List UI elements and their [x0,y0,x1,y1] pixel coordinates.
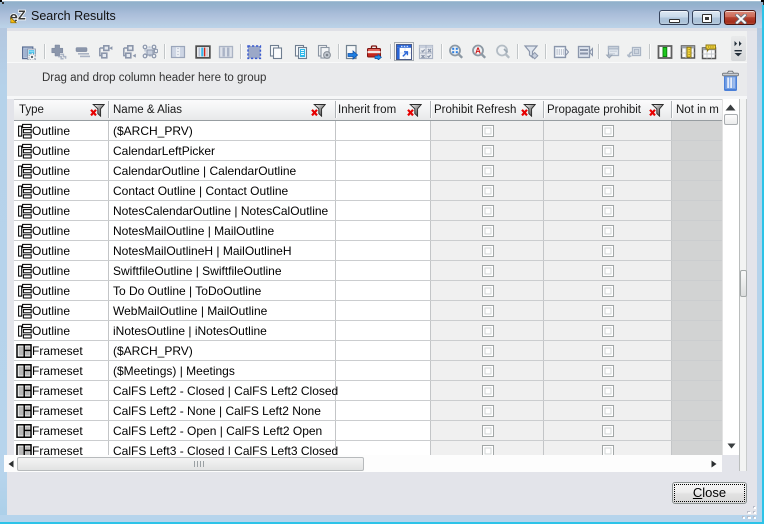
svg-text:A: A [475,46,481,55]
svg-text:Z: Z [18,9,26,23]
